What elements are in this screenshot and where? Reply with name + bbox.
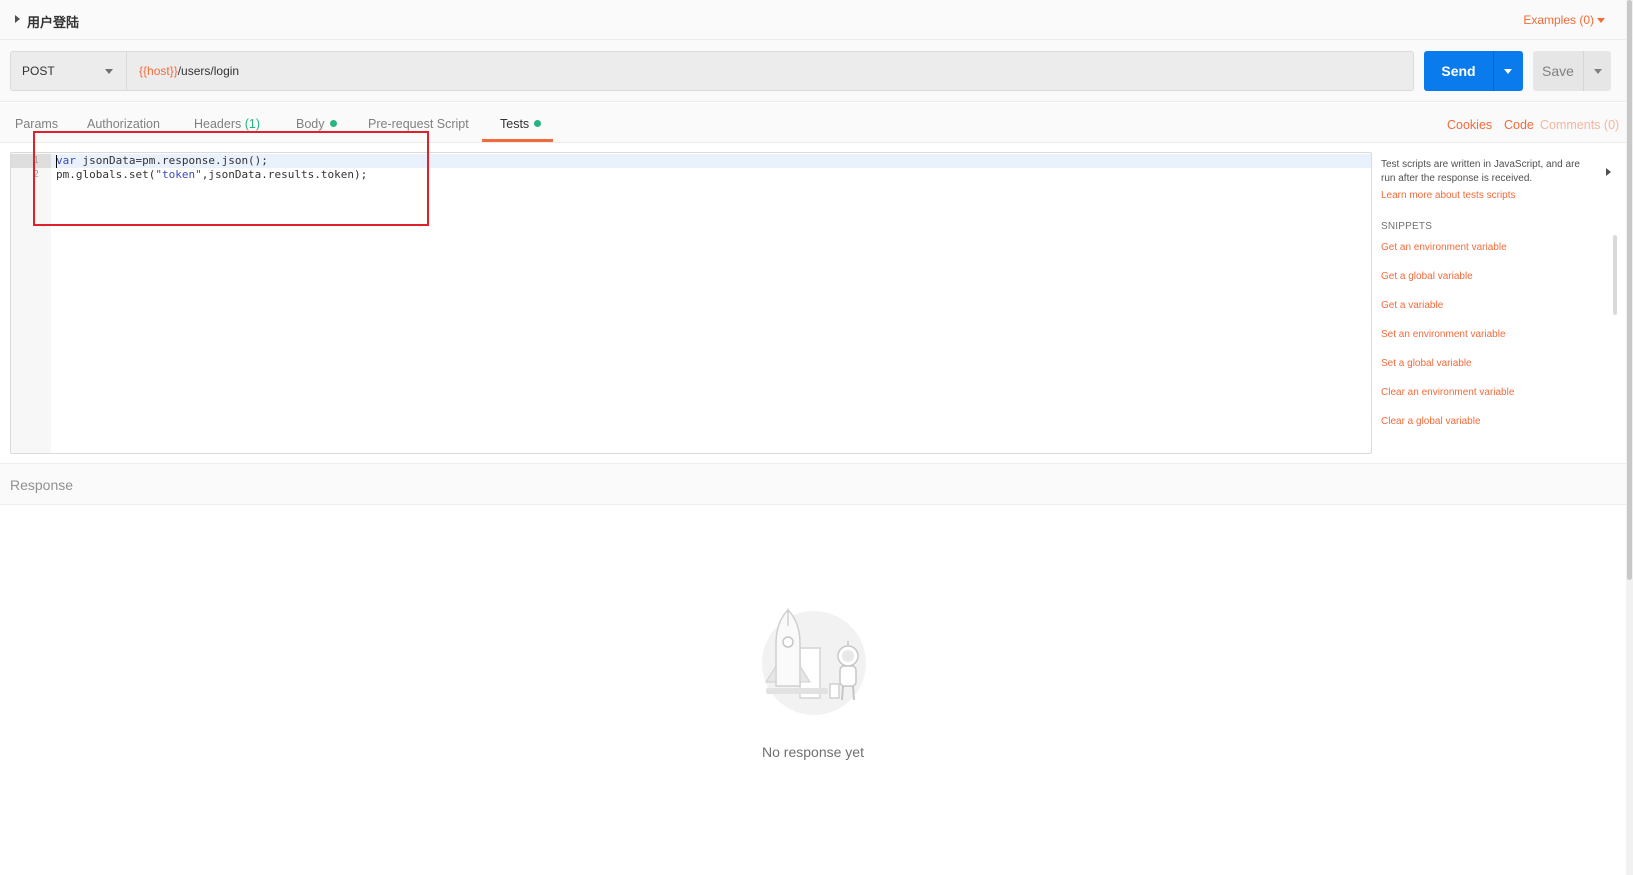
learn-more-link[interactable]: Learn more about tests scripts <box>1381 190 1516 201</box>
chevron-down-icon <box>105 69 113 74</box>
status-dot-icon <box>329 120 337 127</box>
tab-label: Tests <box>500 117 530 131</box>
send-options-button[interactable] <box>1493 51 1523 91</box>
snippet-link[interactable]: Clear a global variable <box>1381 416 1481 427</box>
snippet-link[interactable]: Get a global variable <box>1381 271 1473 282</box>
tests-snippets-panel: Test scripts are written in JavaScript, … <box>1381 152 1611 454</box>
annotation-highlight-box <box>33 131 429 226</box>
window-scrollbar-thumb[interactable] <box>1627 0 1632 580</box>
tab-pre-request-script[interactable]: Pre-request Script <box>368 117 469 131</box>
rocket-astronaut-illustration <box>762 608 866 715</box>
snippet-link[interactable]: Clear an environment variable <box>1381 387 1514 398</box>
snippets-heading: SNIPPETS <box>1381 221 1433 232</box>
active-tab-indicator <box>482 139 553 142</box>
tab-body[interactable]: Body <box>296 117 337 131</box>
cookies-link[interactable]: Cookies <box>1447 118 1492 132</box>
tab-label: Pre-request Script <box>368 117 469 131</box>
snippet-link[interactable]: Set a global variable <box>1381 358 1472 369</box>
snippets-scrollbar[interactable] <box>1613 235 1617 315</box>
headers-count: (1) <box>244 117 261 131</box>
url-bar: POST {{host}}/users/login Send Save <box>0 40 1626 102</box>
url-variable: {{host}} <box>139 64 178 78</box>
tab-label: Params <box>15 117 59 131</box>
comments-link[interactable]: Comments (0) <box>1540 118 1619 132</box>
response-label: Response <box>10 477 74 493</box>
tab-tests[interactable]: Tests <box>500 117 542 131</box>
tab-params[interactable]: Params <box>15 117 58 131</box>
save-options-button[interactable] <box>1583 51 1611 91</box>
empty-response-message: No response yet <box>762 744 864 760</box>
chevron-down-icon <box>1594 69 1602 74</box>
examples-dropdown[interactable]: Examples (0) <box>1523 13 1594 27</box>
snippet-link[interactable]: Set an environment variable <box>1381 329 1506 340</box>
snippet-link[interactable]: Get a variable <box>1381 300 1443 311</box>
code-link[interactable]: Code <box>1504 118 1534 132</box>
tab-headers[interactable]: Headers (1) <box>194 117 260 131</box>
tab-label: Body <box>296 117 325 131</box>
status-dot-icon <box>534 120 542 127</box>
request-title-bar: 用户登陆 Examples (0) <box>0 0 1626 40</box>
tab-label: Headers <box>194 117 242 131</box>
caret-right-icon[interactable] <box>15 15 20 23</box>
method-label: POST <box>22 64 55 78</box>
tab-authorization[interactable]: Authorization <box>87 117 160 131</box>
save-button[interactable]: Save <box>1533 51 1583 91</box>
url-input[interactable]: {{host}}/users/login <box>126 51 1414 91</box>
url-path: /users/login <box>177 64 240 78</box>
tests-description: Test scripts are written in JavaScript, … <box>1381 159 1580 184</box>
chevron-down-icon <box>1504 69 1512 74</box>
postman-request-window: 用户登陆 Examples (0) POST {{host}}/users/lo… <box>0 0 1633 875</box>
response-header: Response <box>0 463 1626 505</box>
method-select[interactable]: POST <box>10 51 126 91</box>
tab-label: Authorization <box>87 117 160 131</box>
snippet-link[interactable]: Get an environment variable <box>1381 242 1507 253</box>
send-button[interactable]: Send <box>1424 51 1493 91</box>
request-title[interactable]: 用户登陆 <box>27 12 79 31</box>
chevron-down-icon[interactable] <box>1597 18 1605 23</box>
collapse-panel-icon[interactable] <box>1606 168 1611 176</box>
